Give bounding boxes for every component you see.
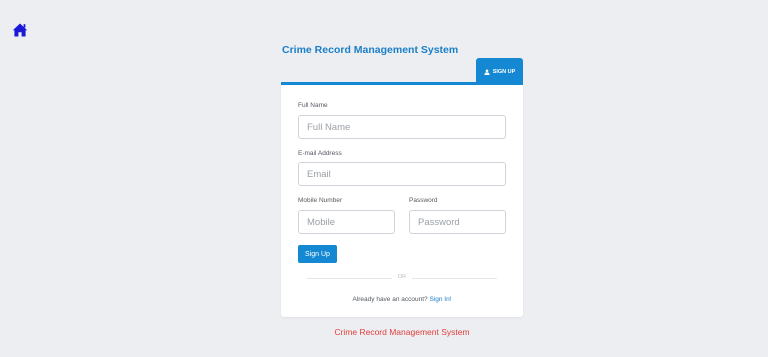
signup-button[interactable]: Sign Up [298,245,337,263]
email-label: E-mail Address [298,150,342,157]
email-input[interactable] [298,162,506,186]
divider-or: OR [397,274,407,280]
full-name-label: Full Name [298,102,328,109]
tab-signup-label: SIGN UP [492,68,516,75]
divider-right [412,278,497,279]
signup-form-card: Full Name E-mail Address Mobile Number P… [281,82,523,317]
mobile-input[interactable] [298,210,395,234]
password-input[interactable] [409,210,506,234]
home-icon [12,22,28,38]
app-title: Crime Record Management System [282,44,459,56]
tab-signup[interactable]: SIGN UP [476,58,523,85]
mobile-label: Mobile Number [298,197,343,204]
password-label: Password [409,197,438,204]
full-name-input[interactable] [298,115,506,139]
footer-text: Crime Record Management System [334,327,470,337]
home-link[interactable] [12,22,28,38]
user-icon [484,68,490,75]
account-prompt-row: Already have an account? Sign In! [281,296,523,303]
account-prompt-text: Already have an account? [352,296,428,303]
page: Crime Record Management System SIGN UP F… [0,0,768,357]
signin-link[interactable]: Sign In! [429,296,451,303]
